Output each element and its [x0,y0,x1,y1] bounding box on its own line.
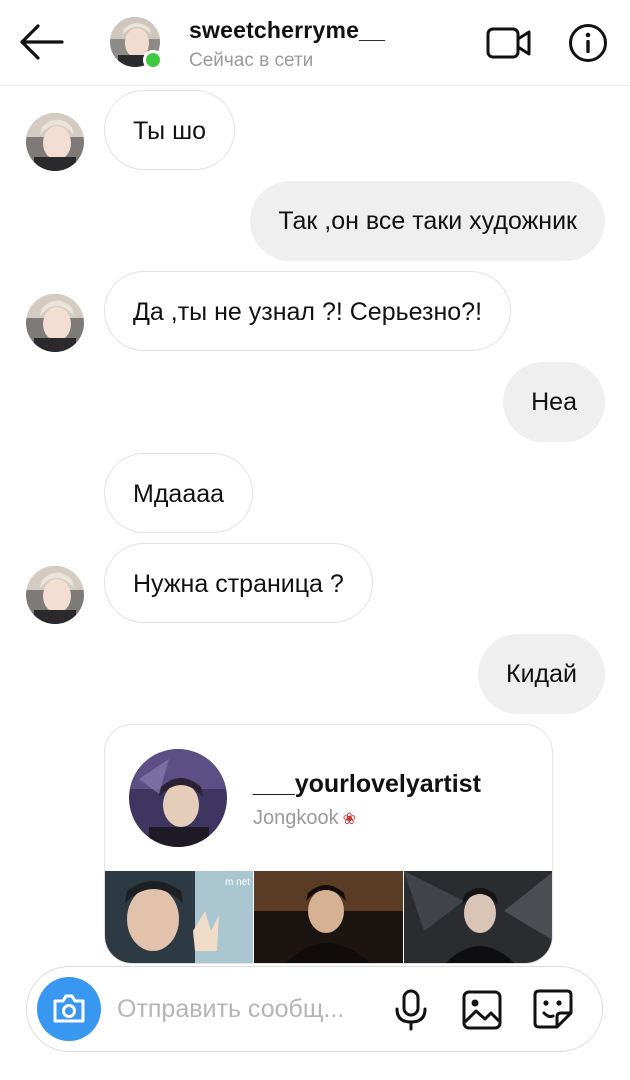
shared-profile-name: Jongkook ❀ [253,807,356,830]
profile-avatar [129,749,227,847]
video-camera-icon [486,27,531,59]
post-thumbnail[interactable] [404,871,552,963]
chat-header: sweetcherryme__ Сейчас в сети [0,0,630,86]
message-bubble-incoming[interactable]: Мдаааа [104,453,254,533]
shared-profile-name-text: Jongkook [253,807,339,829]
avatar[interactable] [26,566,84,624]
message-bubble-incoming[interactable]: Ты шо [104,90,236,170]
microphone-button[interactable] [393,989,429,1031]
message-bubble-outgoing[interactable]: Кидай [478,634,605,714]
back-button[interactable] [18,22,66,62]
info-button[interactable] [568,23,608,63]
camera-icon [53,994,85,1023]
message-bubble-incoming[interactable]: Нужна страница ? [104,543,373,623]
shared-profile-username: ___yourlovelyartist [253,770,481,798]
profile-post-thumbnails: m net [105,871,552,963]
sticker-button[interactable] [531,987,575,1031]
thumb-watermark: m net [225,877,250,888]
microphone-icon [395,989,427,1031]
message-bubble-outgoing[interactable]: Так ,он все таки художник [250,181,605,261]
message-bubble-outgoing[interactable]: Неа [503,362,605,442]
message-bubble-incoming[interactable]: Да ,ты не узнал ?! Серьезно?! [104,271,512,351]
avatar[interactable] [26,113,84,171]
image-icon [462,990,502,1030]
sticker-icon [533,989,573,1029]
post-thumbnail[interactable] [254,871,403,963]
arrow-left-icon [20,24,64,60]
online-status-dot [143,50,163,70]
post-thumbnail[interactable]: m net [105,871,253,963]
chat-username[interactable]: sweetcherryme__ [189,17,385,44]
message-composer [26,966,603,1052]
message-input[interactable] [117,987,377,1031]
online-status-text: Сейчас в сети [189,50,314,71]
rose-icon: ❀ [342,811,357,828]
shared-profile-card[interactable]: ___yourlovelyartist Jongkook ❀ m net [104,724,553,964]
video-call-button[interactable] [486,25,532,61]
info-icon [569,24,607,62]
camera-button[interactable] [37,977,101,1041]
gallery-button[interactable] [461,989,503,1031]
avatar[interactable] [26,294,84,352]
